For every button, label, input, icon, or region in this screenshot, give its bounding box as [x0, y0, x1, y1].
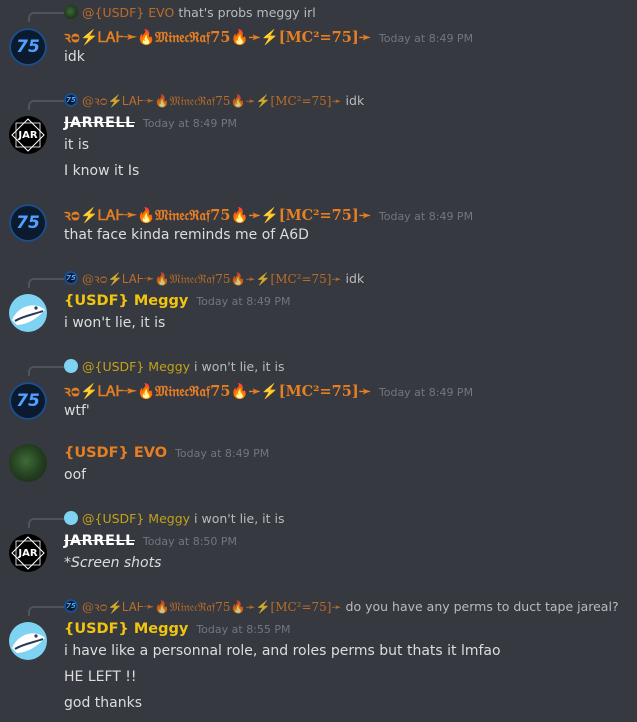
author-name[interactable]: {USDF} EVO — [64, 445, 167, 461]
75-avatar-icon: 75 — [16, 213, 40, 233]
reply-author[interactable]: @{USDF} Meggy — [82, 511, 190, 526]
reply-connector — [28, 12, 64, 22]
message-header: ꝛᴑ⚡ᏞᎪᎰ➛🔥𝔐𝔦𝔫𝔢𝔠ℜ𝔞𝔣75🔥➛⚡[MC²=75]➛ Today at … — [64, 381, 473, 401]
reply-preview[interactable]: 75 @ꝛᴑ⚡ᏞᎪᎰ➛🔥𝔐𝔦𝔫𝔢𝔠ℜ𝔞𝔣75🔥➛⚡[MC²=75]➛ idk — [64, 91, 364, 109]
message-text: oof — [64, 467, 87, 483]
reply-preview[interactable]: 75 @ꝛᴑ⚡ᏞᎪᎰ➛🔥𝔐𝔦𝔫𝔢𝔠ℜ𝔞𝔣75🔥➛⚡[MC²=75]➛ do yo… — [64, 597, 619, 615]
message-text: i have like a personnal role, and roles … — [64, 643, 501, 659]
timestamp: Today at 8:49 PM — [175, 447, 270, 460]
author-name[interactable]: ꝛᴑ⚡ᏞᎪᎰ➛🔥𝔐𝔦𝔫𝔢𝔠ℜ𝔞𝔣75🔥➛⚡[MC²=75]➛ — [64, 205, 371, 225]
reply-preview[interactable]: 75 @ꝛᴑ⚡ᏞᎪᎰ➛🔥𝔐𝔦𝔫𝔢𝔠ℜ𝔞𝔣75🔥➛⚡[MC²=75]➛ idk — [64, 269, 364, 287]
message-text: *Screen shots — [64, 555, 162, 571]
meggy-avatar-icon — [12, 305, 45, 325]
message-header: JARRELL Today at 8:50 PM — [64, 533, 237, 553]
timestamp: Today at 8:50 PM — [142, 535, 238, 548]
message-text: god thanks — [64, 695, 143, 711]
reply-text: do you have any perms to duct tape jarea… — [345, 598, 619, 614]
chat-messages: @{USDF} EVO that's probs meggy irl 75 ꝛᴑ… — [0, 0, 637, 722]
avatar[interactable] — [9, 622, 47, 660]
reply-text: i won't lie, it is — [194, 358, 285, 374]
message-header: JARRELL Today at 8:49 PM — [64, 115, 237, 135]
evo-avatar-icon — [64, 5, 78, 19]
timestamp: Today at 8:49 PM — [378, 32, 474, 45]
reply-preview[interactable]: @{USDF} EVO that's probs meggy irl — [64, 3, 316, 21]
reply-author[interactable]: @ꝛᴑ⚡ᏞᎪᎰ➛🔥𝔐𝔦𝔫𝔢𝔠ℜ𝔞𝔣75🔥➛⚡[MC²=75]➛ — [82, 92, 342, 109]
reply-text: idk — [345, 270, 365, 286]
timestamp: Today at 8:49 PM — [378, 210, 474, 223]
evo-avatar-icon[interactable] — [9, 444, 47, 482]
meggy-avatar-icon — [64, 511, 78, 525]
avatar[interactable] — [9, 294, 47, 332]
message-header: {USDF} EVO Today at 8:49 PM — [64, 445, 269, 465]
75-avatar-icon: 75 — [16, 37, 40, 57]
reply-connector — [28, 278, 64, 288]
meggy-avatar-icon — [64, 359, 78, 373]
author-name[interactable]: JARRELL — [64, 115, 135, 131]
author-name[interactable]: {USDF} Meggy — [64, 293, 188, 309]
reply-author[interactable]: @{USDF} EVO — [82, 5, 174, 20]
reply-author[interactable]: @ꝛᴑ⚡ᏞᎪᎰ➛🔥𝔐𝔦𝔫𝔢𝔠ℜ𝔞𝔣75🔥➛⚡[MC²=75]➛ — [82, 270, 342, 287]
reply-author[interactable]: @ꝛᴑ⚡ᏞᎪᎰ➛🔥𝔐𝔦𝔫𝔢𝔠ℜ𝔞𝔣75🔥➛⚡[MC²=75]➛ — [82, 598, 342, 615]
message-text: I know it Is — [64, 163, 140, 179]
avatar[interactable]: 75 — [9, 204, 47, 242]
reply-connector — [28, 606, 64, 616]
reply-text: i won't lie, it is — [194, 510, 285, 526]
avatar[interactable]: 75 — [9, 382, 47, 420]
avatar[interactable]: JAR — [9, 534, 47, 572]
message-text: wtf' — [64, 403, 90, 419]
message-text: it is — [64, 137, 90, 153]
message-header: ꝛᴑ⚡ᏞᎪᎰ➛🔥𝔐𝔦𝔫𝔢𝔠ℜ𝔞𝔣75🔥➛⚡[MC²=75]➛ Today at … — [64, 27, 473, 47]
message-text: HE LEFT !! — [64, 669, 137, 685]
author-name[interactable]: {USDF} Meggy — [64, 621, 188, 637]
message-text: idk — [64, 49, 85, 65]
avatar[interactable]: JAR — [9, 116, 47, 154]
author-name[interactable]: ꝛᴑ⚡ᏞᎪᎰ➛🔥𝔐𝔦𝔫𝔢𝔠ℜ𝔞𝔣75🔥➛⚡[MC²=75]➛ — [64, 27, 371, 47]
reply-preview[interactable]: @{USDF} Meggy i won't lie, it is — [64, 357, 285, 375]
avatar[interactable]: 75 — [9, 28, 47, 66]
message-header: {USDF} Meggy Today at 8:55 PM — [64, 621, 291, 641]
75-avatar-icon: 75 — [64, 599, 78, 613]
jar-avatar-label: JAR — [18, 547, 38, 559]
jar-avatar-label: JAR — [18, 129, 38, 141]
timestamp: Today at 8:49 PM — [378, 386, 474, 399]
reply-connector — [28, 366, 64, 376]
author-name[interactable]: ꝛᴑ⚡ᏞᎪᎰ➛🔥𝔐𝔦𝔫𝔢𝔠ℜ𝔞𝔣75🔥➛⚡[MC²=75]➛ — [64, 381, 371, 401]
timestamp: Today at 8:49 PM — [196, 295, 291, 308]
timestamp: Today at 8:49 PM — [142, 117, 238, 130]
message-header: {USDF} Meggy Today at 8:49 PM — [64, 293, 291, 313]
author-name[interactable]: JARRELL — [64, 533, 135, 549]
reply-preview[interactable]: @{USDF} Meggy i won't lie, it is — [64, 509, 285, 527]
75-avatar-icon: 75 — [64, 271, 78, 285]
reply-connector — [28, 100, 64, 110]
75-avatar-icon: 75 — [16, 391, 40, 411]
message-text: that face kinda reminds me of A6D — [64, 227, 309, 243]
meggy-avatar-icon — [12, 633, 45, 653]
message-header: ꝛᴑ⚡ᏞᎪᎰ➛🔥𝔐𝔦𝔫𝔢𝔠ℜ𝔞𝔣75🔥➛⚡[MC²=75]➛ Today at … — [64, 205, 473, 225]
reply-author[interactable]: @{USDF} Meggy — [82, 359, 190, 374]
message-text: i won't lie, it is — [64, 315, 166, 331]
reply-connector — [28, 518, 64, 528]
reply-text: idk — [345, 92, 365, 108]
timestamp: Today at 8:55 PM — [196, 623, 291, 636]
75-avatar-icon: 75 — [64, 93, 78, 107]
reply-text: that's probs meggy irl — [178, 4, 316, 20]
